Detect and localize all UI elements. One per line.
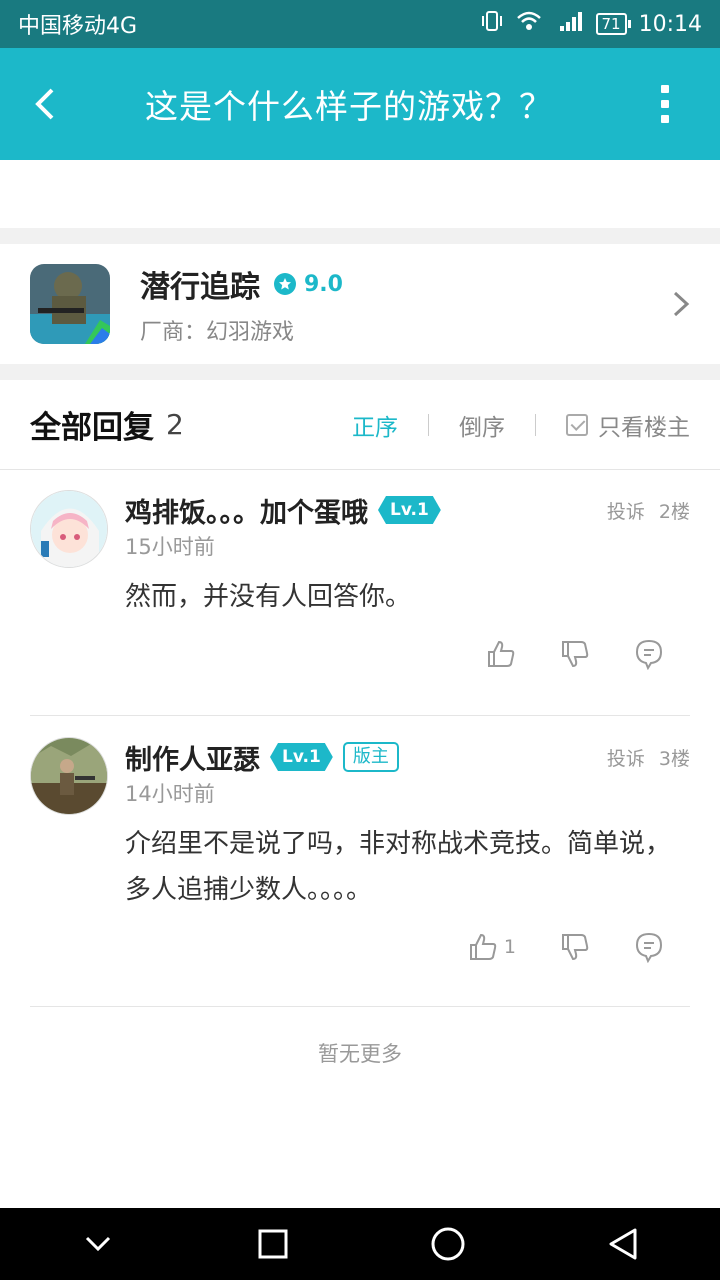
reply-time: 14小时前	[125, 782, 215, 806]
triangle-back-icon	[609, 1228, 636, 1260]
floor-number: 2楼	[658, 500, 690, 523]
thumbs-down-icon	[562, 934, 589, 961]
divider	[428, 413, 429, 436]
thumbs-up-icon	[488, 640, 515, 667]
reply-divider	[30, 715, 690, 716]
battery-icon: 71	[595, 13, 631, 35]
chevron-right-icon	[650, 290, 690, 318]
hide-nav-button[interactable]	[58, 1208, 138, 1280]
carrier-label: 中国移动4G	[18, 14, 138, 39]
user-name[interactable]: 制作人亚瑟	[125, 738, 260, 777]
reply-divider	[30, 1006, 690, 1007]
comment-icon	[635, 932, 663, 963]
signal-icon	[554, 10, 584, 38]
replies-title: 全部回复	[30, 410, 154, 446]
avatar[interactable]	[30, 490, 108, 568]
divider	[535, 413, 536, 436]
chevron-down-icon	[85, 1236, 110, 1252]
replies-count: 2	[166, 408, 184, 441]
dislike-button[interactable]	[560, 639, 590, 669]
vibrate-icon	[480, 10, 504, 38]
game-vendor: 厂商：幻羽游戏	[140, 320, 295, 345]
reply-time: 15小时前	[125, 535, 215, 559]
like-count: 1	[503, 936, 516, 958]
only-op-label[interactable]: 只看楼主	[598, 408, 690, 442]
section-divider	[0, 228, 720, 244]
wifi-icon	[516, 10, 542, 38]
game-icon-image	[30, 264, 110, 344]
moderator-badge: 版主	[342, 742, 399, 772]
more-menu-button[interactable]	[610, 48, 720, 160]
reply-item: 鸡排饭。。。加个蛋哦 Lv.1 投诉 2楼 15小时前 然而，并没有人回答你。	[30, 490, 690, 670]
home-button[interactable]	[408, 1208, 488, 1280]
app-bar: 这是个什么样子的游戏？？	[0, 48, 720, 160]
reply-content: 然而，并没有人回答你。	[125, 582, 412, 612]
reply-item: 制作人亚瑟 Lv.1 版主 投诉 3楼 14小时前 介绍里不是说了吗，非对称战术…	[30, 737, 690, 963]
comment-button[interactable]	[634, 638, 664, 670]
thumbs-up-icon	[469, 933, 497, 960]
back-button[interactable]	[0, 48, 88, 160]
floor-number: 3楼	[658, 747, 690, 770]
clock: 10:14	[638, 11, 702, 37]
circle-icon	[431, 1227, 464, 1261]
like-button[interactable]	[486, 639, 516, 669]
thumbs-down-icon	[562, 641, 589, 668]
replies-header: 全部回复 2 正序 倒序 只看楼主	[0, 380, 720, 470]
square-icon	[258, 1229, 287, 1259]
no-more-text: 暂无更多	[318, 1042, 402, 1066]
only-op-checkbox[interactable]	[566, 413, 588, 436]
avatar[interactable]	[30, 737, 108, 815]
level-badge: Lv.1	[270, 743, 333, 771]
like-button[interactable]: 1	[468, 932, 516, 962]
back-nav-button[interactable]	[583, 1208, 663, 1280]
report-link[interactable]: 投诉	[607, 497, 645, 524]
comment-button[interactable]	[634, 931, 664, 963]
recents-button[interactable]	[233, 1208, 313, 1280]
section-divider	[0, 364, 720, 380]
star-icon	[274, 273, 296, 295]
sort-ascending-tab[interactable]: 正序	[352, 408, 398, 442]
user-name[interactable]: 鸡排饭。。。加个蛋哦	[125, 491, 368, 530]
game-name: 潜行追踪	[140, 270, 260, 305]
dislike-button[interactable]	[560, 932, 590, 962]
system-nav-bar	[0, 1208, 720, 1280]
back-arrow-icon	[35, 88, 54, 120]
page-title: 这是个什么样子的游戏？？	[145, 87, 553, 126]
report-link[interactable]: 投诉	[607, 744, 645, 771]
reply-content: 介绍里不是说了吗，非对称战术竞技。简单说，多人追捕少数人。。。。	[125, 829, 672, 905]
status-bar: 中国移动4G 71 10:14	[0, 0, 720, 48]
comment-icon	[635, 639, 663, 670]
game-rating: 9.0	[304, 271, 343, 297]
more-vertical-icon	[661, 85, 669, 123]
sort-descending-tab[interactable]: 倒序	[459, 408, 505, 442]
level-badge: Lv.1	[378, 496, 441, 524]
game-card[interactable]: 潜行追踪 9.0 厂商：幻羽游戏	[0, 244, 720, 364]
